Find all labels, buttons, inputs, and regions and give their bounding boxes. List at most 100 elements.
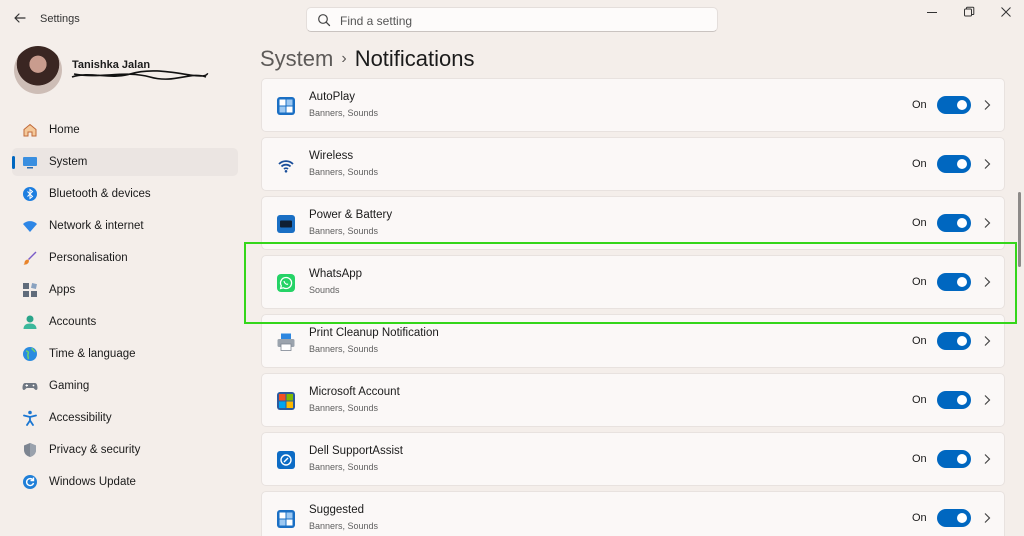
notification-toggle[interactable]	[937, 450, 971, 468]
app-name: Print Cleanup Notification	[309, 327, 439, 339]
page-title: Notifications	[354, 46, 475, 71]
notification-toggle[interactable]	[937, 391, 971, 409]
notification-toggle[interactable]	[937, 155, 971, 173]
sidebar-item-label: Gaming	[49, 380, 90, 392]
app-notification-types: Sounds	[309, 285, 340, 295]
shield-icon	[24, 443, 36, 457]
app-notification-types: Banners, Sounds	[309, 462, 379, 472]
globe-icon	[23, 347, 37, 361]
chevron-right-icon[interactable]	[983, 217, 991, 229]
toggle-knob	[957, 395, 967, 405]
notification-toggle[interactable]	[937, 509, 971, 527]
sidebar-item-gaming[interactable]: Gaming	[12, 372, 238, 400]
sidebar-item-time-language[interactable]: Time & language	[12, 340, 238, 368]
notification-toggle[interactable]	[937, 96, 971, 114]
app-name: WhatsApp	[309, 268, 363, 280]
printer-icon	[277, 333, 295, 351]
autoplay-icon	[277, 97, 295, 115]
app-name: Suggested	[309, 504, 364, 516]
notification-item-microsoft-account[interactable]: Microsoft Account Banners, Sounds On	[261, 373, 1005, 427]
sidebar-nav: Home System Bluetooth & devices Network …	[12, 116, 238, 500]
title-bar: Settings Find a setting	[0, 0, 1024, 40]
close-button[interactable]	[994, 6, 1018, 22]
breadcrumb-separator: ›	[341, 50, 347, 67]
app-notification-types: Banners, Sounds	[309, 226, 379, 236]
app-notification-types: Banners, Sounds	[309, 521, 379, 531]
sidebar-item-system[interactable]: System	[12, 148, 238, 176]
sidebar-item-label: Time & language	[49, 348, 136, 360]
notification-item-autoplay[interactable]: AutoPlay Banners, Sounds On	[261, 78, 1005, 132]
toggle-state-label: On	[912, 335, 927, 347]
toggle-knob	[957, 277, 967, 287]
scrollbar-thumb[interactable]	[1018, 192, 1021, 267]
sidebar-item-label: Windows Update	[49, 476, 136, 488]
chevron-right-icon[interactable]	[983, 512, 991, 524]
toggle-state-label: On	[912, 99, 927, 111]
app-name: Wireless	[309, 150, 354, 162]
sidebar-item-label: Network & internet	[49, 220, 144, 232]
toggle-knob	[957, 336, 967, 346]
chevron-right-icon[interactable]	[983, 276, 991, 288]
restore-icon	[964, 6, 975, 17]
chevron-right-icon[interactable]	[983, 335, 991, 347]
toggle-knob	[957, 100, 967, 110]
active-indicator	[12, 156, 15, 169]
suggested-icon	[277, 510, 295, 528]
chevron-right-icon[interactable]	[983, 394, 991, 406]
sidebar-item-home[interactable]: Home	[12, 116, 238, 144]
restore-button[interactable]	[957, 6, 981, 22]
sidebar-item-windows-update[interactable]: Windows Update	[12, 468, 238, 496]
minimize-button[interactable]	[920, 6, 944, 22]
toggle-state-label: On	[912, 512, 927, 524]
chevron-right-icon[interactable]	[983, 453, 991, 465]
app-notification-types: Banners, Sounds	[309, 167, 379, 177]
notification-toggle[interactable]	[937, 332, 971, 350]
toggle-state-label: On	[912, 217, 927, 229]
app-name: Microsoft Account	[309, 386, 400, 398]
toggle-knob	[957, 218, 967, 228]
update-icon	[23, 475, 37, 489]
chevron-right-icon[interactable]	[983, 158, 991, 170]
breadcrumb: System › Notifications	[260, 46, 475, 72]
supportassist-icon	[277, 451, 295, 469]
bluetooth-icon	[23, 187, 37, 201]
search-box[interactable]: Find a setting	[306, 7, 718, 32]
sidebar-item-accessibility[interactable]: Accessibility	[12, 404, 238, 432]
sidebar-item-apps[interactable]: Apps	[12, 276, 238, 304]
notification-item-dell-supportassist[interactable]: Dell SupportAssist Banners, Sounds On	[261, 432, 1005, 486]
sidebar-item-privacy[interactable]: Privacy & security	[12, 436, 238, 464]
system-icon	[23, 157, 37, 169]
whatsapp-icon	[277, 274, 295, 292]
sidebar-item-personalisation[interactable]: Personalisation	[12, 244, 238, 272]
wireless-icon	[277, 156, 295, 174]
toggle-knob	[957, 513, 967, 523]
search-input[interactable]: Find a setting	[340, 14, 412, 28]
notification-item-power-battery[interactable]: Power & Battery Banners, Sounds On	[261, 196, 1005, 250]
back-button[interactable]	[12, 10, 28, 26]
sidebar-item-bluetooth[interactable]: Bluetooth & devices	[12, 180, 238, 208]
sidebar-item-network[interactable]: Network & internet	[12, 212, 238, 240]
notification-item-wireless[interactable]: Wireless Banners, Sounds On	[261, 137, 1005, 191]
notification-item-print-cleanup[interactable]: Print Cleanup Notification Banners, Soun…	[261, 314, 1005, 368]
breadcrumb-parent[interactable]: System	[260, 46, 333, 71]
accounts-icon	[23, 315, 37, 329]
sidebar-item-label: Personalisation	[49, 252, 128, 264]
sidebar-item-label: Apps	[49, 284, 76, 296]
toggle-state-label: On	[912, 276, 927, 288]
controller-icon	[22, 383, 38, 390]
back-arrow-icon	[14, 13, 26, 23]
toggle-knob	[957, 159, 967, 169]
toggle-state-label: On	[912, 158, 927, 170]
wifi-icon	[23, 221, 37, 232]
notification-item-whatsapp[interactable]: WhatsApp Sounds On	[261, 255, 1005, 309]
notification-item-suggested[interactable]: Suggested Banners, Sounds On	[261, 491, 1005, 536]
accessibility-icon	[23, 410, 37, 426]
sidebar-item-label: Privacy & security	[49, 444, 141, 456]
toggle-state-label: On	[912, 394, 927, 406]
notification-toggle[interactable]	[937, 273, 971, 291]
chevron-right-icon[interactable]	[983, 99, 991, 111]
notification-toggle[interactable]	[937, 214, 971, 232]
app-notification-types: Banners, Sounds	[309, 344, 379, 354]
app-name: Dell SupportAssist	[309, 445, 403, 457]
sidebar-item-accounts[interactable]: Accounts	[12, 308, 238, 336]
